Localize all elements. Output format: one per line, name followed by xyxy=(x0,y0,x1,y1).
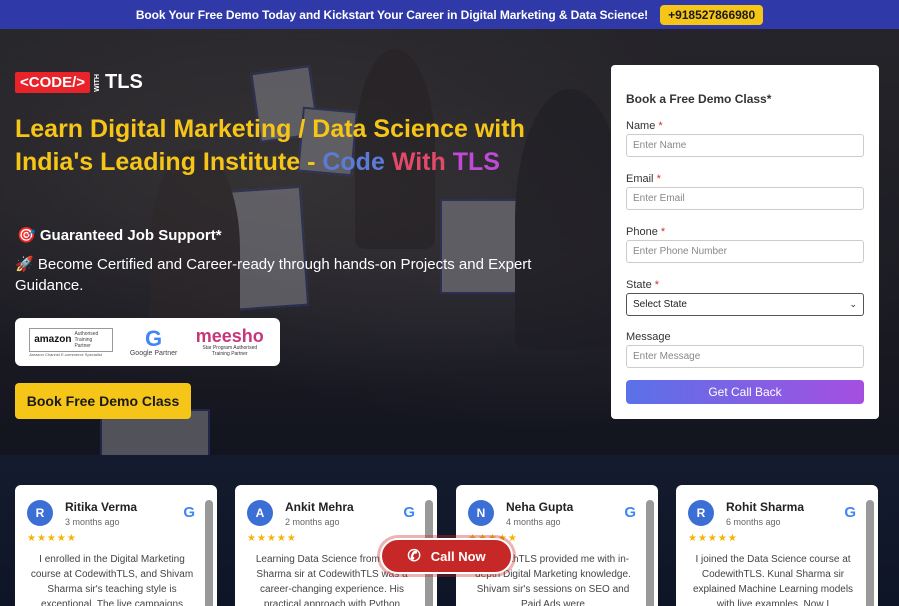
email-label: Email * xyxy=(626,173,661,185)
hero-section: <CODE/> WITH TLS Learn Digital Marketing… xyxy=(0,29,899,455)
review-scrollbar[interactable] xyxy=(646,500,654,606)
headline-main: Learn Digital Marketing / Data Science w… xyxy=(15,115,525,176)
brand-logo[interactable]: <CODE/> WITH TLS xyxy=(15,71,143,94)
email-input[interactable]: Enter Email xyxy=(626,187,864,210)
reviewer-name: Rohit Sharma xyxy=(726,500,805,514)
feature-certified: 🚀 Become Certified and Career-ready thro… xyxy=(15,254,575,296)
reviewer-name: Neha Gupta xyxy=(506,500,574,514)
reviewer-name: Ritika Verma xyxy=(65,500,138,514)
review-time: 4 months ago xyxy=(506,517,561,527)
review-card: R Rohit Sharma 6 months ago G ★★★★★ I jo… xyxy=(676,485,878,606)
state-label: State * xyxy=(626,279,660,291)
avatar: R xyxy=(27,500,53,526)
get-call-back-button[interactable]: Get Call Back xyxy=(626,380,864,404)
message-input[interactable]: Enter Message xyxy=(626,345,864,368)
headline-with: With xyxy=(391,148,446,176)
message-label: Message xyxy=(626,331,671,343)
review-scrollbar[interactable] xyxy=(205,500,213,606)
logo-with-text: WITH xyxy=(94,73,102,92)
google-icon: G xyxy=(844,504,856,521)
top-banner: Book Your Free Demo Today and Kickstart … xyxy=(0,0,899,29)
meesho-sub: Star Program Authorised Training Partner xyxy=(202,345,258,357)
name-input[interactable]: Enter Name xyxy=(626,134,864,157)
demo-form-card: Book a Free Demo Class* Name * Enter Nam… xyxy=(611,65,879,419)
meesho-partner-logo: meesho Star Program Authorised Training … xyxy=(194,327,266,357)
phone-icon: ✆ xyxy=(407,548,421,565)
logo-code-mark: <CODE/> xyxy=(15,72,91,93)
target-icon: 🎯 xyxy=(17,227,36,244)
feature-job-support-text: Guaranteed Job Support* xyxy=(39,227,222,244)
reviews-section: R Ritika Verma 3 months ago G ★★★★★ I en… xyxy=(0,455,899,606)
book-demo-button[interactable]: Book Free Demo Class xyxy=(15,383,191,419)
hero-headline: Learn Digital Marketing / Data Science w… xyxy=(15,113,595,179)
meesho-name: meesho xyxy=(195,326,264,346)
name-label: Name * xyxy=(626,120,663,132)
google-icon: G xyxy=(183,504,195,521)
headline-tls: TLS xyxy=(452,148,500,176)
headline-code: Code xyxy=(322,148,385,176)
form-title: Book a Free Demo Class* xyxy=(626,92,772,106)
logo-tls-text: TLS xyxy=(105,71,143,93)
topbar-text: Book Your Free Demo Today and Kickstart … xyxy=(135,7,649,22)
review-text: I joined the Data Science course at Code… xyxy=(692,554,854,606)
call-now-label: Call Now xyxy=(430,548,486,564)
phone-input[interactable]: Enter Phone Number xyxy=(626,240,864,263)
google-icon: G xyxy=(624,504,636,521)
chevron-down-icon: ⌄ xyxy=(849,299,857,309)
amazon-name: amazon xyxy=(34,334,72,345)
state-select[interactable]: Select State ⌄ xyxy=(626,293,864,316)
star-rating: ★★★★★ xyxy=(688,533,738,544)
partner-logos: amazon Authorised Training Partner Amazo… xyxy=(15,318,280,366)
rocket-icon: 🚀 xyxy=(15,256,34,273)
google-icon: G xyxy=(403,504,415,521)
review-time: 3 months ago xyxy=(65,517,120,527)
star-rating: ★★★★★ xyxy=(247,533,297,544)
review-card: R Ritika Verma 3 months ago G ★★★★★ I en… xyxy=(15,485,217,606)
avatar: A xyxy=(247,500,273,526)
topbar-phone-link[interactable]: +918527866980 xyxy=(660,4,764,25)
review-text: I enrolled in the Digital Marketing cour… xyxy=(30,554,194,606)
review-scrollbar[interactable] xyxy=(866,500,874,606)
star-rating: ★★★★★ xyxy=(27,533,77,544)
avatar: N xyxy=(468,500,494,526)
review-time: 6 months ago xyxy=(726,517,781,527)
google-g-icon: G xyxy=(145,325,163,351)
amazon-footer: Amazon Channel E-commerce Specialist xyxy=(29,351,102,357)
google-partner-label: Google Partner xyxy=(129,349,178,357)
feature-job-support: 🎯 Guaranteed Job Support* xyxy=(17,226,222,244)
avatar: R xyxy=(688,500,714,526)
reviewer-name: Ankit Mehra xyxy=(285,500,354,514)
amazon-sub: Authorised Training Partner xyxy=(74,330,99,349)
call-now-button[interactable]: ✆ Call Now xyxy=(380,538,513,574)
feature-certified-text: Become Certified and Career-ready throug… xyxy=(15,256,532,294)
amazon-partner-logo: amazon Authorised Training Partner Amazo… xyxy=(29,327,114,357)
google-partner-logo: G Google Partner xyxy=(129,325,178,357)
state-select-value: Select State xyxy=(633,299,687,310)
phone-label: Phone * xyxy=(626,226,666,238)
review-time: 2 months ago xyxy=(285,517,340,527)
